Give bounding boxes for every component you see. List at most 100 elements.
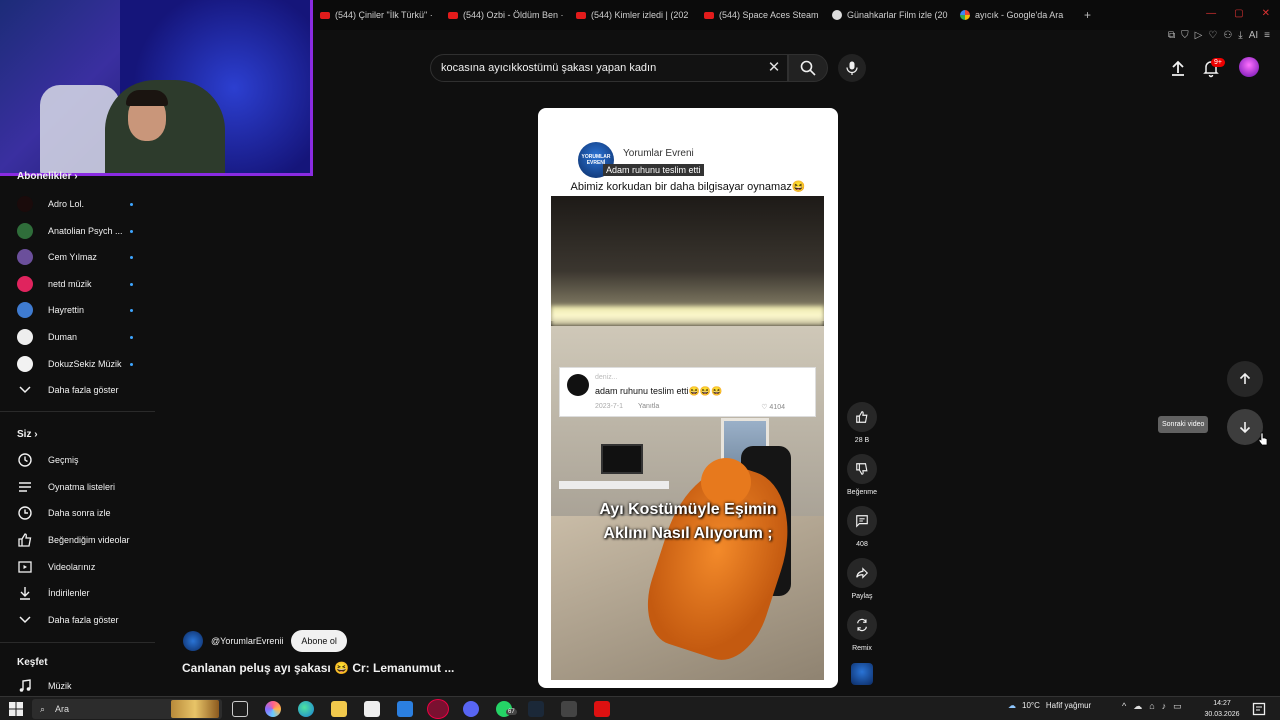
windows-start-icon[interactable] xyxy=(9,702,23,716)
you-title-label: Siz xyxy=(17,429,32,440)
taskbar-search-input[interactable]: ⌕ Ara xyxy=(32,699,222,719)
browser-tab-strip: (544) Çiniler "İlk Türkü" · (544) Ozbi -… xyxy=(310,0,1280,30)
mail-icon[interactable] xyxy=(397,701,413,717)
scene-monitor xyxy=(601,444,643,474)
browser-tab[interactable]: (544) Space Aces Steam xyxy=(694,0,822,30)
sidebar-item-watch-later[interactable]: Daha sonra izle xyxy=(17,502,157,524)
profile-icon[interactable]: ⚇ xyxy=(1223,30,1232,46)
share-button[interactable] xyxy=(847,558,877,588)
subscriptions-title[interactable]: Abonelikler › xyxy=(17,171,78,182)
youtube-icon xyxy=(320,11,330,19)
minimize-button[interactable]: — xyxy=(1206,8,1216,19)
comment-user: deniz... xyxy=(595,374,618,381)
comment-text: adam ruhunu teslim etti😆😆😆 xyxy=(595,386,723,396)
video-title[interactable]: Canlanan peluş ayı şakası 😆 Cr: Lemanumu… xyxy=(182,661,454,675)
weather-widget[interactable]: ☁ 10°C Hafif yağmur xyxy=(1008,701,1091,710)
search-value: kocasına ayıcıkkostümü şakası yapan kadı… xyxy=(441,62,657,74)
sidebar-item-label: Anatolian Psych ... xyxy=(48,226,123,236)
mic-icon xyxy=(846,61,858,75)
cloud-icon[interactable]: ☁ xyxy=(1133,701,1142,712)
avatar[interactable] xyxy=(1239,57,1259,77)
clock[interactable]: 14:27 30.03.2026 xyxy=(1202,698,1242,720)
music-icon xyxy=(17,678,33,694)
like-icon xyxy=(17,532,33,548)
shield-icon[interactable]: ⛉ xyxy=(1181,30,1189,46)
sidebar-item-label: Daha fazla göster xyxy=(48,615,119,625)
sidebar-item-liked-videos[interactable]: Beğendiğim videolar xyxy=(17,529,157,551)
heart-icon[interactable]: ♡ xyxy=(1208,30,1217,46)
explore-title: Keşfet xyxy=(17,657,48,668)
new-content-dot xyxy=(130,362,133,366)
subscribe-button[interactable]: Abone ol xyxy=(291,630,347,652)
sidebar-item-subscription[interactable]: DokuzSekiz Müzik xyxy=(17,353,157,375)
chevron-up-icon[interactable]: ^ xyxy=(1122,701,1126,712)
battery-icon[interactable]: ▭ xyxy=(1173,701,1182,712)
previous-video-button[interactable] xyxy=(1227,361,1263,397)
sidebar-show-more[interactable]: Daha fazla göster xyxy=(17,379,157,401)
file-explorer-icon[interactable] xyxy=(331,701,347,717)
task-view-icon[interactable] xyxy=(232,701,248,717)
copilot-icon[interactable] xyxy=(265,701,281,717)
tab-label: (544) Kimler izledi | (202 xyxy=(591,10,689,20)
discord-icon[interactable] xyxy=(463,701,479,717)
voice-search-button[interactable] xyxy=(838,54,866,82)
remix-button[interactable] xyxy=(847,610,877,640)
channel-avatar xyxy=(17,356,33,372)
sound-channel-thumbnail[interactable] xyxy=(851,663,873,685)
ai-button[interactable]: AI xyxy=(1249,30,1258,46)
channel-avatar xyxy=(17,329,33,345)
search-button[interactable] xyxy=(788,54,828,82)
sidebar-item-playlists[interactable]: Oynatma listeleri xyxy=(17,476,157,498)
sidebar-item-subscription[interactable]: netd müzik xyxy=(17,273,157,295)
comments-button[interactable] xyxy=(847,506,877,536)
steam-icon[interactable] xyxy=(528,701,544,717)
download-icon xyxy=(17,585,33,601)
browser-tab[interactable]: (544) Kimler izledi | (202 xyxy=(566,0,694,30)
dislike-button[interactable] xyxy=(847,454,877,484)
sidebar-item-subscription[interactable]: Adro Lol. xyxy=(17,193,157,215)
edge-icon[interactable] xyxy=(298,701,314,717)
sidebar-show-more[interactable]: Daha fazla göster xyxy=(17,609,157,631)
browser-tab[interactable]: (544) Ozbi - Öldüm Ben · xyxy=(438,0,566,30)
channel-avatar[interactable] xyxy=(183,631,203,651)
new-tab-button[interactable]: + xyxy=(1084,8,1091,22)
network-icon[interactable]: ⌂ xyxy=(1149,701,1154,712)
channel-avatar xyxy=(17,196,33,212)
menu-icon[interactable]: ≡ xyxy=(1264,30,1270,46)
like-button[interactable] xyxy=(847,402,877,432)
upload-button[interactable] xyxy=(1168,58,1188,78)
video-frame xyxy=(551,196,824,680)
sidebar-item-subscription[interactable]: Duman xyxy=(17,326,157,348)
close-window-button[interactable]: ✕ xyxy=(1262,8,1270,19)
play-icon[interactable]: ▷ xyxy=(1195,30,1203,46)
store-icon[interactable] xyxy=(364,701,380,717)
game-icon[interactable] xyxy=(561,701,577,717)
sidebar-item-subscription[interactable]: Anatolian Psych ... xyxy=(17,220,157,242)
sidebar-item-history[interactable]: Geçmiş xyxy=(17,449,157,471)
share-label: Paylaş xyxy=(851,593,873,600)
maximize-button[interactable]: ▢ xyxy=(1234,8,1243,19)
sidebar-item-downloads[interactable]: İndirilenler xyxy=(17,582,157,604)
search-input[interactable]: kocasına ayıcıkkostümü şakası yapan kadı… xyxy=(430,54,788,82)
browser-tab[interactable]: Günahkarlar Film izle (20 xyxy=(822,0,950,30)
comment-count: 408 xyxy=(856,541,868,548)
share-icon xyxy=(856,567,869,579)
short-video-player[interactable]: YORUMLAR EVRENİ Yorumlar Evreni Adam ruh… xyxy=(538,108,838,688)
thumbs-down-icon xyxy=(856,463,868,475)
channel-handle[interactable]: @YorumlarEvrenii xyxy=(211,636,283,646)
app-icon[interactable] xyxy=(594,701,610,717)
browser-tab-active[interactable]: ayıcık - Google'da Ara xyxy=(950,0,1078,30)
extension-icon[interactable]: ⧉ xyxy=(1168,30,1175,46)
sidebar-item-music[interactable]: Müzik xyxy=(17,675,157,697)
volume-icon[interactable]: ♪ xyxy=(1162,701,1167,712)
opera-gx-icon[interactable] xyxy=(427,699,449,719)
history-icon xyxy=(17,452,33,468)
browser-tab[interactable]: (544) Çiniler "İlk Türkü" · xyxy=(310,0,438,30)
sidebar-item-your-videos[interactable]: Videolarınız xyxy=(17,556,157,578)
sidebar-item-subscription[interactable]: Cem Yılmaz xyxy=(17,246,157,268)
sidebar-item-subscription[interactable]: Hayrettin xyxy=(17,299,157,321)
you-title[interactable]: Siz › xyxy=(17,429,38,440)
notification-center-icon[interactable] xyxy=(1252,702,1266,716)
download-icon[interactable]: ⤓ xyxy=(1238,30,1242,46)
clear-search-icon[interactable]: ✕ xyxy=(764,58,784,78)
